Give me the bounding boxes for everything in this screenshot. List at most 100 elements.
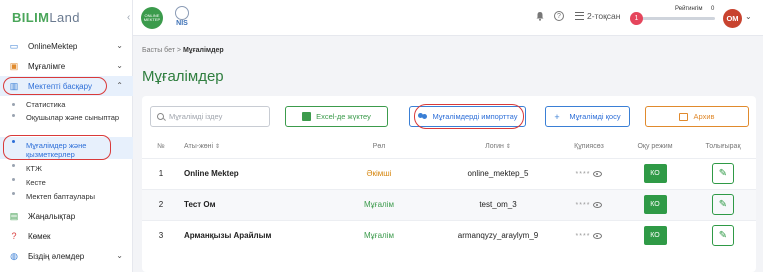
archive-button[interactable]: Архив — [645, 106, 749, 127]
pencil-icon: ✎ — [718, 168, 728, 179]
teacher-name: Online Mektep — [180, 157, 320, 189]
chevron-down-icon: ⌄ — [116, 41, 123, 50]
rating-progress-track — [637, 17, 715, 20]
chevron-up-icon: ⌃ — [116, 81, 123, 90]
teacher-role: Мұғалім — [320, 188, 438, 220]
mode-button[interactable]: КО — [643, 226, 667, 246]
column-header-number: № — [157, 143, 165, 151]
search-box[interactable] — [150, 106, 270, 127]
teacher-role: Мұғалім — [320, 219, 438, 251]
mode-cell: КО — [620, 157, 690, 189]
add-teacher-button[interactable]: + Мұғалімді қосу — [545, 106, 630, 127]
teacher-password: **** — [558, 157, 620, 189]
sidebar-item-news[interactable]: ▤ Жаңалықтар — [0, 206, 133, 226]
details-cell: ✎ — [690, 219, 756, 251]
globe-icon: ◍ — [10, 250, 18, 261]
sidebar-nav: ▭ OnlineMektep ⌄ ▣ Мұғалімге ⌄ ▥ Мектепт… — [0, 36, 133, 266]
teacher-login: armanqyzy_araylym_9 — [438, 219, 558, 251]
sidebar-item-help[interactable]: ? Көмек — [0, 226, 133, 246]
help-icon[interactable]: ? — [554, 11, 564, 21]
table-row: 2 Тест Ом Мұғалім test_om_3 **** КО ✎ — [142, 188, 756, 220]
row-number: 2 — [142, 188, 180, 220]
online-mektep-logo[interactable]: ONLINE MEKTEP — [141, 7, 163, 29]
teacher-login: online_mektep_5 — [438, 157, 558, 189]
eye-icon[interactable] — [593, 233, 603, 240]
table-row: 3 Арманқызы Арайлым Мұғалім armanqyzy_ar… — [142, 219, 756, 251]
nis-seal-icon — [175, 6, 189, 20]
sidebar-item-our-worlds[interactable]: ◍ Біздің әлемдер ⌄ — [0, 246, 133, 266]
column-header-login[interactable]: Логин ⇕ — [438, 136, 558, 158]
edit-button[interactable]: ✎ — [712, 163, 734, 184]
details-cell: ✎ — [690, 157, 756, 189]
breadcrumb: Басты бет > Мұғалімдер — [142, 47, 224, 54]
sidebar-subitem-school-settings[interactable]: Мектеп баптаулары — [0, 189, 133, 203]
search-icon — [157, 113, 164, 120]
search-input[interactable] — [169, 112, 264, 121]
details-cell: ✎ — [690, 188, 756, 220]
news-icon: ▤ — [9, 210, 19, 221]
sidebar-subitem-students-classes[interactable]: Оқушылар және сыныптар — [0, 111, 133, 133]
chevron-down-icon: ⌄ — [116, 61, 123, 70]
sidebar-item-label: Жаңалықтар — [28, 211, 76, 221]
sort-icon: ⇕ — [215, 144, 221, 151]
sidebar-item-label: Көмек — [28, 231, 51, 241]
sidebar-subitem-schedule[interactable]: Кесте — [0, 175, 133, 189]
excel-icon — [302, 112, 312, 121]
sidebar-item-label: OnlineMektep — [28, 41, 78, 51]
sidebar-item-onlinemektep[interactable]: ▭ OnlineMektep ⌄ — [0, 36, 133, 56]
highlight-ring — [3, 77, 107, 95]
edit-button[interactable]: ✎ — [712, 225, 734, 247]
column-header-details: Толығырақ — [705, 143, 741, 151]
row-number: 1 — [142, 157, 180, 189]
period-selector[interactable]: 2-тоқсан — [575, 11, 620, 21]
teacher-icon: ▣ — [9, 60, 19, 71]
sort-icon: ⇕ — [505, 144, 511, 151]
sidebar-subitem-ktzh[interactable]: КТЖ — [0, 161, 133, 175]
mode-cell: КО — [620, 219, 690, 251]
pencil-icon: ✎ — [718, 199, 728, 210]
bilimland-logo[interactable]: BILIMLand — [12, 10, 80, 25]
mode-cell: КО — [620, 188, 690, 220]
excel-download-button[interactable]: Excel-де жүктеу — [285, 106, 388, 127]
sidebar-item-label: Мұғалімге — [28, 61, 66, 71]
eye-icon[interactable] — [593, 170, 603, 177]
import-teachers-button[interactable]: Мұғалімдерді импорттау — [409, 106, 526, 127]
avatar[interactable]: ОМ — [723, 9, 742, 28]
mode-button[interactable]: КО — [643, 195, 667, 214]
column-header-password: Құпиясөз — [574, 143, 604, 151]
add-user-icon: + — [554, 111, 560, 122]
help-circle-icon: ? — [11, 231, 17, 241]
sidebar-subitem-statistics[interactable]: Статистика — [0, 100, 133, 111]
collapse-sidebar-icon[interactable]: ‹ — [127, 12, 130, 23]
highlight-ring — [3, 135, 111, 160]
chevron-down-icon[interactable]: ⌄ — [745, 12, 752, 21]
edit-button[interactable]: ✎ — [712, 194, 734, 215]
chevron-down-icon: ⌄ — [116, 251, 123, 260]
table-header-row: № Аты-жөні ⇕ Рөл Логин ⇕ Құпиясөз Оқу ре… — [142, 136, 756, 158]
list-icon — [575, 12, 584, 20]
rating-label: Рейтингім — [675, 6, 703, 12]
row-number: 3 — [142, 219, 180, 251]
mode-button[interactable]: КО — [643, 164, 667, 183]
breadcrumb-home[interactable]: Басты бет — [142, 47, 175, 54]
table-row: 1 Online Mektep Әкімші online_mektep_5 *… — [142, 157, 756, 189]
nis-logo[interactable]: NIS — [171, 6, 193, 30]
monitor-icon: ▭ — [9, 40, 19, 51]
bell-icon[interactable] — [535, 11, 545, 21]
teacher-name: Тест Ом — [180, 188, 320, 220]
sidebar-subitem-teachers-staff[interactable]: Мұғалімдер және қызметкерлер — [0, 135, 133, 160]
top-bar: ONLINE MEKTEP NIS ? 2-тоқсан Рейтингім 0… — [133, 0, 763, 36]
teacher-login: test_om_3 — [438, 188, 558, 220]
teacher-password: **** — [558, 219, 620, 251]
teacher-password: **** — [558, 188, 620, 220]
teacher-name: Арманқызы Арайлым — [180, 219, 320, 251]
column-header-mode: Оқу режим — [637, 143, 673, 151]
sidebar-item-school-management[interactable]: ▥ Мектепті басқару ⌃ — [0, 76, 133, 96]
eye-icon[interactable] — [593, 201, 603, 208]
sidebar-item-teacher[interactable]: ▣ Мұғалімге ⌄ — [0, 56, 133, 76]
teachers-card: Excel-де жүктеу Мұғалімдерді импорттау +… — [142, 96, 756, 272]
page-title: Мұғалімдер — [142, 68, 224, 85]
column-header-name[interactable]: Аты-жөні ⇕ — [180, 136, 320, 158]
rating-level-badge: 1 — [630, 12, 643, 25]
teacher-role: Әкімші — [320, 157, 438, 189]
